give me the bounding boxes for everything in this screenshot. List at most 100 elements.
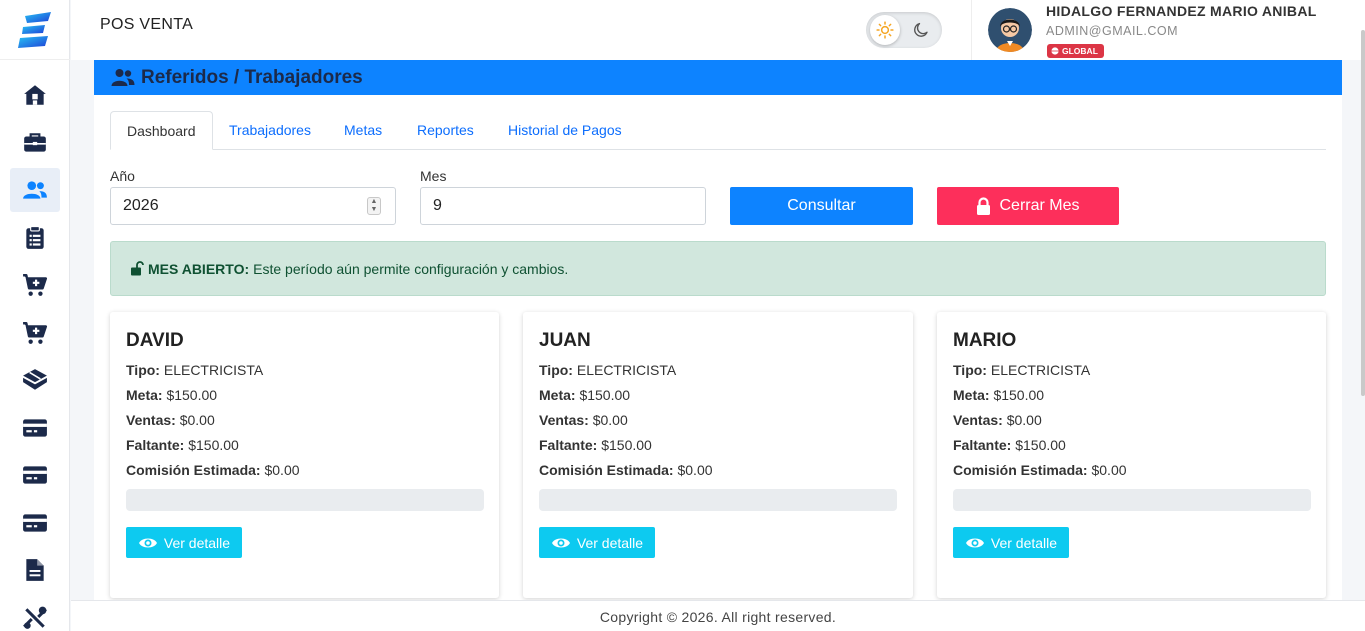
faltante-label: Faltante:	[953, 437, 1012, 453]
goal-progress-bar	[953, 489, 1311, 511]
credit-card-icon	[23, 418, 47, 437]
worker-meta: Meta: $150.00	[126, 387, 217, 403]
tab-bar: Dashboard Trabajadores Metas Reportes Hi…	[110, 111, 1326, 150]
light-mode-button[interactable]	[870, 15, 900, 45]
ventas-value: $0.00	[1006, 412, 1042, 428]
ventas-label: Ventas:	[953, 412, 1003, 428]
tools-icon	[23, 606, 47, 629]
faltante-value: $150.00	[188, 437, 239, 453]
tab-metas[interactable]: Metas	[344, 111, 382, 150]
meta-value: $150.00	[993, 387, 1045, 403]
goal-progress-bar	[126, 489, 484, 511]
tipo-label: Tipo:	[539, 362, 573, 378]
tab-historial-pagos[interactable]: Historial de Pagos	[508, 111, 622, 150]
sidebar-item-home[interactable]	[10, 73, 60, 117]
worker-ventas: Ventas: $0.00	[539, 412, 628, 428]
alert-text: Este período aún permite configuración y…	[253, 260, 569, 277]
unlock-icon	[131, 261, 144, 276]
month-value: 9	[433, 197, 442, 214]
users-icon	[111, 68, 135, 86]
sidebar-item-box[interactable]	[10, 358, 60, 402]
chevron-down-icon: ▼	[370, 206, 378, 213]
sidebar-item-card-2[interactable]	[10, 453, 60, 497]
sidebar-item-card-3[interactable]	[10, 501, 60, 545]
comision-value: $0.00	[1091, 462, 1127, 478]
worker-name: DAVID	[126, 330, 184, 351]
alert-title: MES ABIERTO:	[148, 260, 250, 277]
tipo-value: ELECTRICISTA	[990, 362, 1091, 378]
file-icon	[26, 559, 44, 581]
sidebar-item-tools[interactable]	[10, 596, 60, 631]
comision-label: Comisión Estimada:	[126, 462, 261, 478]
globe-icon	[1051, 47, 1059, 55]
chevron-up-icon: ▲	[370, 198, 378, 205]
ver-detalle-button[interactable]: Ver detalle	[126, 527, 242, 558]
faltante-label: Faltante:	[539, 437, 598, 453]
cart-plus-icon	[23, 274, 48, 296]
worker-meta: Meta: $150.00	[953, 387, 1044, 403]
sidebar-item-card-1[interactable]	[10, 406, 60, 450]
year-input[interactable]: 2026 ▲ ▼	[110, 187, 396, 225]
eye-icon	[138, 538, 157, 547]
month-input[interactable]: 9	[420, 187, 706, 225]
tab-trabajadores[interactable]: Trabajadores	[229, 111, 311, 150]
worker-faltante: Faltante: $150.00	[539, 437, 652, 453]
sidebar-item-briefcase[interactable]	[10, 121, 60, 165]
tab-reportes[interactable]: Reportes	[417, 111, 474, 150]
ver-detalle-button[interactable]: Ver detalle	[539, 527, 655, 558]
comision-value: $0.00	[264, 462, 300, 478]
sidebar	[0, 0, 70, 631]
role-badge: GLOBAL	[1047, 44, 1104, 58]
meta-value: $150.00	[166, 387, 218, 403]
lock-icon	[977, 197, 991, 215]
meta-value: $150.00	[579, 387, 631, 403]
worker-card: MARIO Tipo: ELECTRICISTA Meta: $150.00 V…	[937, 312, 1326, 598]
avatar[interactable]	[988, 8, 1032, 52]
ventas-label: Ventas:	[539, 412, 589, 428]
home-icon	[24, 85, 46, 105]
sidebar-item-clipboard[interactable]	[10, 216, 60, 260]
goal-progress-bar	[539, 489, 897, 511]
tipo-label: Tipo:	[126, 362, 160, 378]
tab-dashboard[interactable]: Dashboard	[110, 111, 213, 150]
page-title: Referidos / Trabajadores	[141, 66, 363, 88]
worker-meta: Meta: $150.00	[539, 387, 630, 403]
cerrar-mes-button[interactable]: Cerrar Mes	[937, 187, 1119, 225]
sidebar-item-referidos[interactable]	[10, 168, 60, 212]
user-name: HIDALGO FERNANDEZ MARIO ANIBAL	[1046, 3, 1317, 19]
worker-ventas: Ventas: $0.00	[126, 412, 215, 428]
status-alert: MES ABIERTO: Este período aún permite co…	[110, 241, 1326, 296]
worker-tipo: Tipo: ELECTRICISTA	[953, 362, 1090, 378]
theme-toggle[interactable]	[866, 12, 942, 48]
clipboard-icon	[26, 225, 44, 249]
worker-comision: Comisión Estimada: $0.00	[953, 462, 1127, 478]
page-scrollbar[interactable]	[1361, 30, 1365, 396]
logo-icon	[18, 11, 51, 48]
ventas-value: $0.00	[179, 412, 215, 428]
brand-logo[interactable]	[0, 0, 70, 60]
sidebar-item-cart-add-2[interactable]	[10, 311, 60, 355]
consultar-button[interactable]: Consultar	[730, 187, 913, 225]
worker-faltante: Faltante: $150.00	[126, 437, 239, 453]
meta-label: Meta:	[126, 387, 163, 403]
dark-mode-button[interactable]	[906, 15, 936, 45]
worker-comision: Comisión Estimada: $0.00	[126, 462, 300, 478]
worker-tipo: Tipo: ELECTRICISTA	[539, 362, 676, 378]
ver-detalle-button[interactable]: Ver detalle	[953, 527, 1069, 558]
credit-card-icon	[23, 513, 47, 532]
faltante-value: $150.00	[601, 437, 652, 453]
year-value: 2026	[123, 197, 159, 214]
ver-detalle-label: Ver detalle	[163, 534, 231, 551]
consultar-label: Consultar	[787, 197, 856, 214]
sidebar-item-cart-add-1[interactable]	[10, 263, 60, 307]
worker-ventas: Ventas: $0.00	[953, 412, 1042, 428]
ver-detalle-label: Ver detalle	[576, 534, 644, 551]
ventas-label: Ventas:	[126, 412, 176, 428]
sidebar-item-file[interactable]	[10, 548, 60, 592]
user-email: ADMIN@GMAIL.COM	[1046, 24, 1178, 38]
worker-faltante: Faltante: $150.00	[953, 437, 1066, 453]
app-title: POS VENTA	[100, 16, 194, 33]
comision-label: Comisión Estimada:	[539, 462, 674, 478]
copyright-text: Copyright © 2026. All right reserved.	[599, 609, 837, 625]
year-stepper[interactable]: ▲ ▼	[367, 197, 381, 215]
